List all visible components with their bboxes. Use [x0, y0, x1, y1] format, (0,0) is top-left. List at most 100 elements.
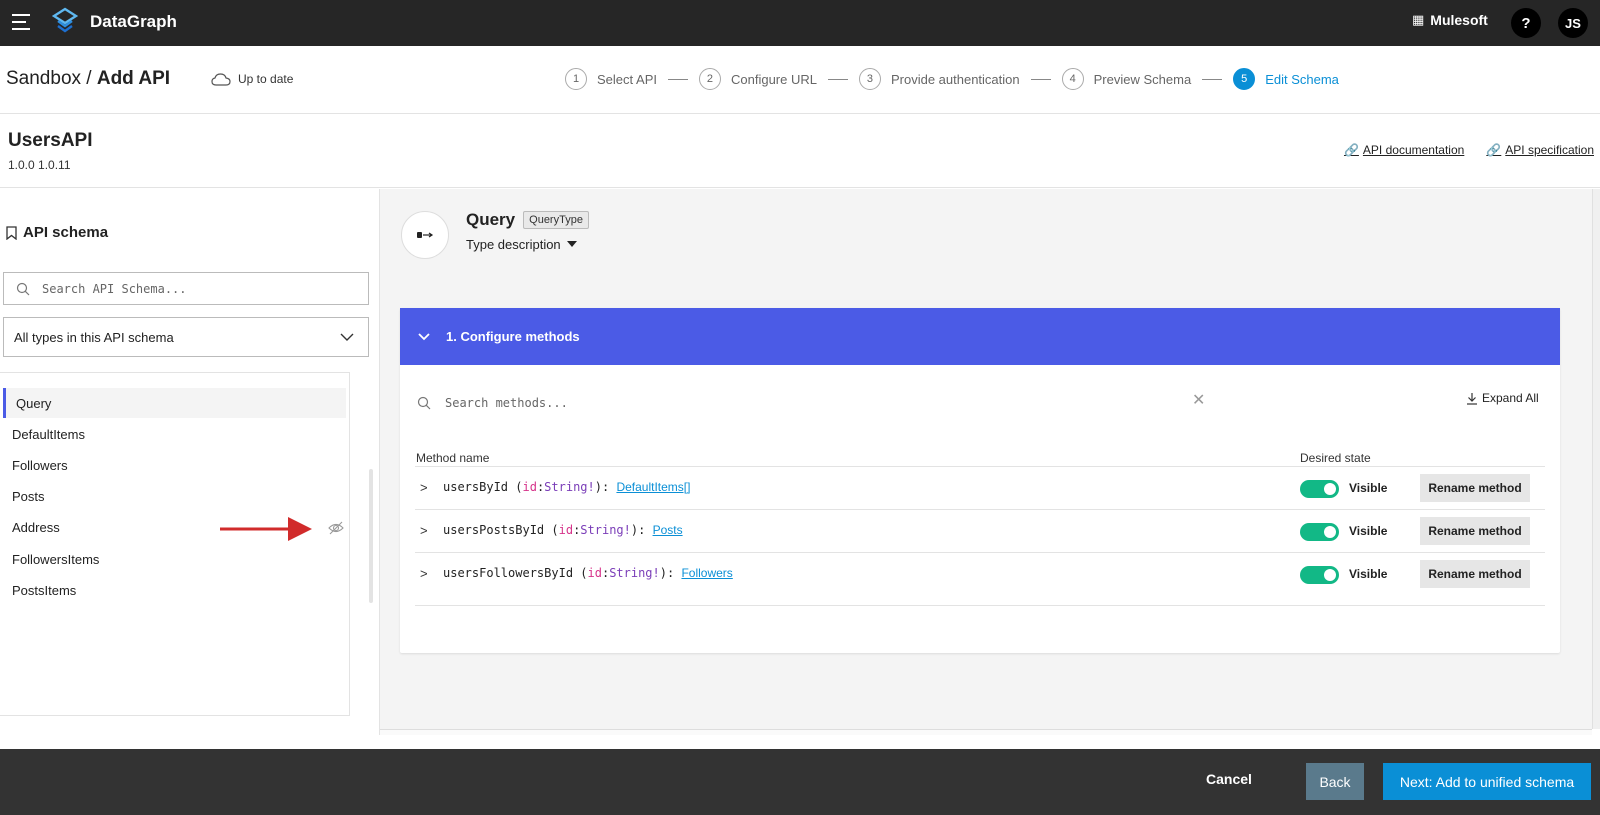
menu-icon[interactable] — [12, 12, 32, 32]
sync-status-text: Up to date — [238, 72, 294, 86]
step-select-api[interactable]: 1 Select API — [565, 68, 657, 90]
detail-scrollbar[interactable] — [1592, 189, 1600, 729]
user-avatar[interactable]: JS — [1558, 8, 1588, 38]
panel-divider — [380, 729, 1592, 735]
configure-methods-card: 1. Configure methods ✕ Expand All Method… — [400, 308, 1560, 653]
method-arg-type: String! — [609, 566, 660, 580]
eye-slash-icon[interactable] — [328, 520, 344, 536]
building-icon: ▦ — [1412, 12, 1425, 27]
visibility-state: Visible — [1349, 524, 1388, 538]
expand-all-button[interactable]: Expand All — [1466, 391, 1539, 405]
footer-bar: Cancel Back Next: Add to unified schema — [0, 749, 1600, 815]
search-icon — [417, 396, 431, 410]
step-number: 1 — [565, 68, 587, 90]
step-separator — [667, 78, 688, 80]
link-icon: 🔗 — [1343, 143, 1359, 157]
close-icon[interactable]: ✕ — [1192, 390, 1205, 410]
org-switcher[interactable]: ▦ Mulesoft — [1412, 12, 1488, 28]
org-name: Mulesoft — [1430, 12, 1488, 28]
table-divider — [415, 605, 1545, 606]
top-bar: DataGraph ▦ Mulesoft ? JS — [0, 0, 1600, 46]
step-edit-schema[interactable]: 5 Edit Schema — [1233, 68, 1339, 90]
method-name: usersFollowersById — [443, 566, 574, 580]
expand-row-icon[interactable]: > — [420, 480, 428, 495]
breadcrumb-root[interactable]: Sandbox / — [6, 68, 92, 89]
download-icon — [1467, 392, 1477, 405]
step-label: Select API — [597, 71, 657, 87]
expand-row-icon[interactable]: > — [420, 566, 428, 581]
visibility-toggle[interactable] — [1300, 480, 1339, 498]
api-name: UsersAPI — [8, 130, 93, 151]
chevron-down-icon — [340, 333, 354, 341]
rename-method-button[interactable]: Rename method — [1420, 517, 1530, 545]
step-preview-schema[interactable]: 4 Preview Schema — [1061, 68, 1192, 90]
rename-method-button[interactable]: Rename method — [1420, 474, 1530, 502]
method-arg: id — [522, 480, 537, 494]
cancel-button[interactable]: Cancel — [1206, 771, 1252, 787]
step-number: 4 — [1061, 68, 1084, 90]
query-arrow-icon — [417, 232, 434, 238]
visibility-state: Visible — [1349, 481, 1388, 495]
type-badge: QueryType — [523, 211, 589, 229]
sidebar-title-text: API schema — [23, 224, 109, 241]
method-signature: usersPostsById (id:String!): Posts — [443, 523, 683, 537]
step-label: Configure URL — [730, 71, 817, 87]
step-number: 3 — [858, 68, 881, 90]
type-item-postsitems[interactable]: PostsItems — [3, 575, 346, 605]
next-button[interactable]: Next: Add to unified schema — [1383, 763, 1591, 800]
method-arg: id — [558, 523, 574, 537]
schema-search — [3, 272, 369, 305]
type-item-posts[interactable]: Posts — [3, 481, 346, 511]
breadcrumb: Sandbox / Add API — [6, 68, 170, 90]
annotation-arrow-icon — [220, 517, 312, 541]
method-arg-type: String! — [580, 523, 631, 537]
type-item-query[interactable]: Query — [3, 388, 346, 418]
step-label: Edit Schema — [1265, 71, 1339, 87]
link-icon: 🔗 — [1486, 143, 1502, 157]
api-documentation-link[interactable]: 🔗 API documentation — [1344, 143, 1464, 157]
cloud-icon — [211, 72, 231, 86]
type-description-toggle[interactable]: Type description — [466, 237, 577, 252]
caret-down-icon — [566, 241, 577, 247]
page-header: Sandbox / Add API Up to date 1 Select API… — [0, 46, 1600, 114]
query-type-icon — [401, 211, 449, 259]
method-return-type-link[interactable]: DefaultItems[] — [616, 480, 690, 494]
method-row: > usersById (id:String!): DefaultItems[]… — [415, 466, 1545, 509]
api-version: 1.0.0 1.0.11 — [8, 158, 71, 172]
visibility-toggle[interactable] — [1300, 523, 1339, 541]
expand-all-label: Expand All — [1482, 391, 1539, 405]
visibility-toggle[interactable] — [1300, 566, 1339, 584]
type-list-scrollbar[interactable] — [369, 469, 373, 603]
sync-status: Up to date — [211, 72, 293, 86]
datagraph-logo-icon — [52, 7, 78, 33]
column-header-method-name: Method name — [416, 451, 490, 465]
type-filter-select[interactable]: All types in this API schema — [3, 317, 369, 357]
method-row: > usersPostsById (id:String!): Posts Vis… — [415, 509, 1545, 552]
configure-methods-header[interactable]: 1. Configure methods — [400, 308, 1560, 365]
method-arg: id — [587, 566, 602, 580]
type-description-label: Type description — [466, 237, 561, 252]
step-separator — [827, 78, 848, 80]
wizard-steps: 1 Select API 2 Configure URL 3 Provide auth… — [565, 68, 1339, 90]
rename-method-button[interactable]: Rename method — [1420, 560, 1530, 588]
type-item-followers[interactable]: Followers — [3, 450, 346, 480]
method-search-input[interactable] — [445, 396, 1165, 410]
step-label: Preview Schema — [1093, 71, 1192, 87]
schema-search-input[interactable] — [42, 281, 342, 296]
method-return-type-link[interactable]: Followers — [681, 566, 732, 580]
type-filter-value: All types in this API schema — [14, 329, 174, 345]
expand-row-icon[interactable]: > — [420, 523, 428, 538]
method-search — [417, 388, 1207, 418]
type-item-defaultitems[interactable]: DefaultItems — [3, 419, 346, 449]
step-provide-authentication[interactable]: 3 Provide authentication — [858, 68, 1020, 90]
api-specification-label: API specification — [1505, 143, 1594, 157]
api-specification-link[interactable]: 🔗 API specification — [1486, 143, 1594, 157]
method-return-type-link[interactable]: Posts — [653, 523, 683, 537]
back-button[interactable]: Back — [1306, 763, 1364, 800]
help-button[interactable]: ? — [1511, 8, 1541, 38]
type-item-followersitems[interactable]: FollowersItems — [3, 544, 346, 574]
method-name: usersById — [443, 480, 509, 494]
breadcrumb-current: Add API — [96, 68, 171, 89]
column-header-desired-state: Desired state — [1300, 451, 1371, 465]
step-configure-url[interactable]: 2 Configure URL — [698, 68, 817, 90]
